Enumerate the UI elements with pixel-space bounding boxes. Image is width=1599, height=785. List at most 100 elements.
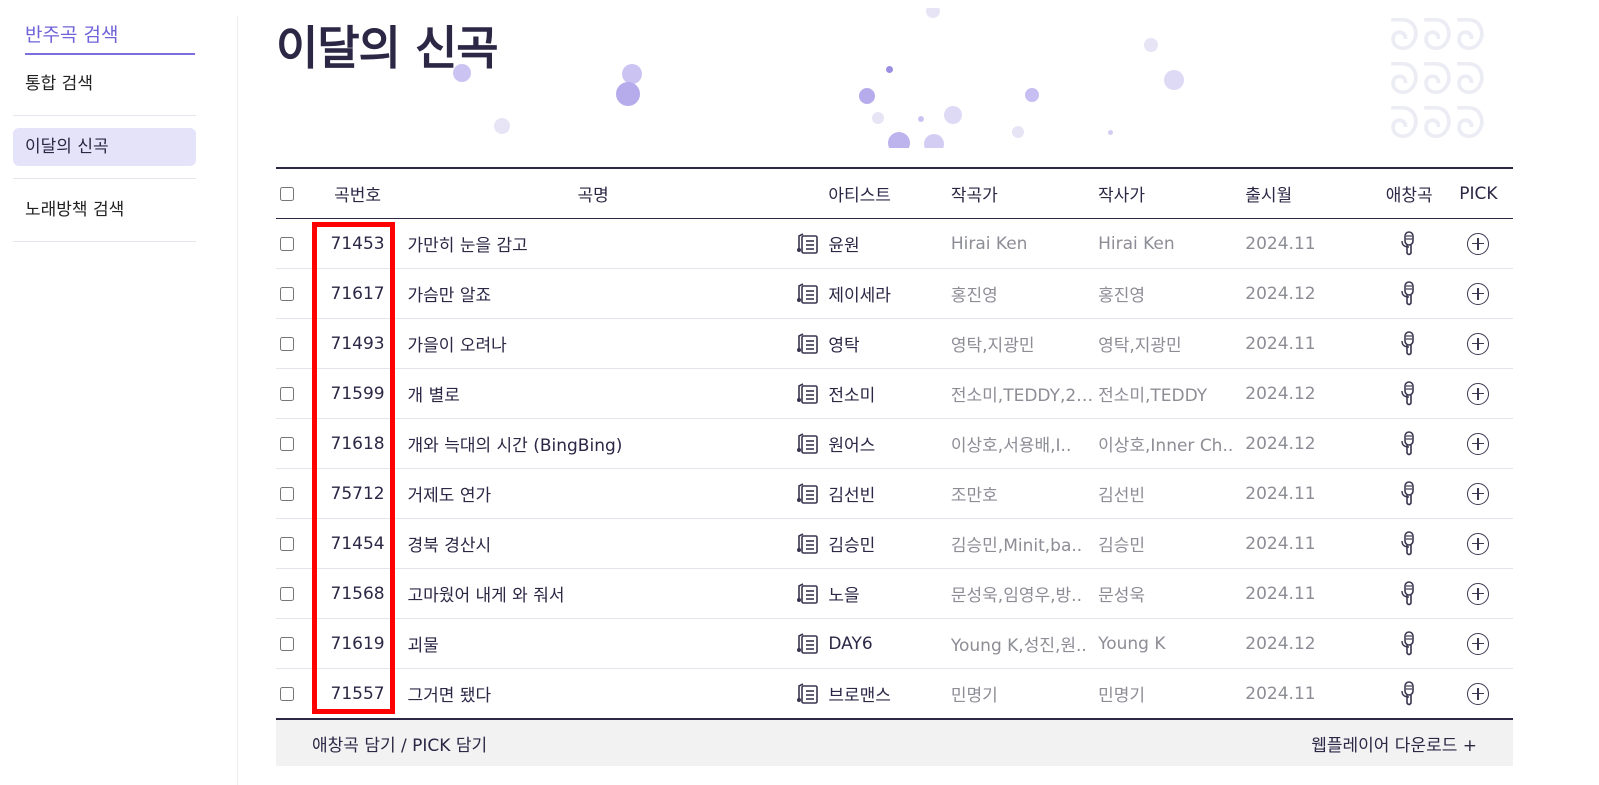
song-artist[interactable]: 김승민 xyxy=(828,531,951,556)
row-checkbox[interactable] xyxy=(280,586,294,601)
song-lyricist: 김선빈 xyxy=(1098,486,1145,506)
song-artist[interactable]: 노을 xyxy=(828,581,951,606)
microphone-icon[interactable] xyxy=(1375,630,1444,657)
song-number: 71454 xyxy=(330,533,385,554)
plus-circle-icon[interactable] xyxy=(1467,582,1490,605)
song-artist[interactable]: 원어스 xyxy=(828,431,951,456)
table-row: 71617 가슴만 알죠 제이세라 홍진영 홍진영 2024.12 xyxy=(276,269,1513,319)
sidebar-divider xyxy=(13,115,196,116)
header-pick: PICK xyxy=(1459,183,1498,204)
web-player-download-button[interactable]: 웹플레이어 다운로드 + xyxy=(1275,731,1513,756)
row-checkbox[interactable] xyxy=(280,436,294,451)
decorative-swirls: ᘐᘐᘐ ᘐᘐᘐ ᘐᘐᘐ xyxy=(1389,10,1488,149)
new-songs-table: 곡번호 곡명 아티스트 작곡가 작사가 출시월 애창곡 PICK 71453 가… xyxy=(276,167,1513,719)
song-release-date: 2024.11 xyxy=(1245,233,1316,254)
song-title[interactable]: 괴물 xyxy=(400,631,787,656)
microphone-icon[interactable] xyxy=(1375,280,1444,307)
plus-circle-icon[interactable] xyxy=(1467,532,1490,555)
table-body: 71453 가만히 눈을 감고 윤원 Hirai Ken Hirai Ken 2… xyxy=(276,219,1513,719)
song-title[interactable]: 개와 늑대의 시간 (BingBing) xyxy=(400,431,787,456)
lyrics-sheet-icon[interactable] xyxy=(787,482,828,505)
microphone-icon[interactable] xyxy=(1375,580,1444,607)
song-release-date: 2024.12 xyxy=(1245,633,1316,654)
plus-circle-icon[interactable] xyxy=(1467,632,1490,655)
lyrics-sheet-icon[interactable] xyxy=(787,232,828,255)
song-artist[interactable]: 김선빈 xyxy=(828,481,951,506)
song-number: 75712 xyxy=(330,483,385,504)
plus-circle-icon[interactable] xyxy=(1467,482,1490,505)
sidebar: 반주곡 검색 통합 검색 이달의 신곡 노래방책 검색 xyxy=(13,14,196,254)
sidebar-divider xyxy=(13,241,196,242)
song-artist[interactable]: 브로맨스 xyxy=(828,681,951,706)
song-number: 71617 xyxy=(330,283,385,304)
song-lyricist: 홍진영 xyxy=(1098,286,1145,306)
song-release-date: 2024.12 xyxy=(1245,433,1316,454)
row-checkbox[interactable] xyxy=(280,286,294,301)
song-composer: 민명기 xyxy=(950,686,998,706)
song-title[interactable]: 가슴만 알죠 xyxy=(400,281,787,306)
song-title[interactable]: 가만히 눈을 감고 xyxy=(400,231,787,256)
lyrics-sheet-icon[interactable] xyxy=(787,332,828,355)
plus-circle-icon[interactable] xyxy=(1467,232,1490,255)
sidebar-heading[interactable]: 반주곡 검색 xyxy=(25,14,195,55)
microphone-icon[interactable] xyxy=(1375,380,1444,407)
row-checkbox[interactable] xyxy=(280,336,294,351)
row-checkbox[interactable] xyxy=(280,636,294,651)
song-artist[interactable]: DAY6 xyxy=(828,634,951,654)
table-row: 71568 고마웠어 내게 와 줘서 노을 문성욱,임영우,방.. 문성욱 20… xyxy=(276,569,1513,619)
lyrics-sheet-icon[interactable] xyxy=(787,632,828,655)
microphone-icon[interactable] xyxy=(1375,230,1444,257)
plus-circle-icon[interactable] xyxy=(1467,282,1490,305)
sidebar-item-songbook-search[interactable]: 노래방책 검색 xyxy=(13,191,196,229)
sidebar-item-integrated-search[interactable]: 통합 검색 xyxy=(13,65,196,103)
song-composer: 영탁,지광민 xyxy=(950,336,1035,356)
sidebar-item-new-songs[interactable]: 이달의 신곡 xyxy=(13,128,196,166)
song-title[interactable]: 경북 경산시 xyxy=(400,531,787,556)
song-release-date: 2024.11 xyxy=(1245,483,1316,504)
song-artist[interactable]: 제이세라 xyxy=(828,281,951,306)
song-lyricist: 김승민 xyxy=(1098,536,1145,556)
lyrics-sheet-icon[interactable] xyxy=(787,382,828,405)
lyrics-sheet-icon[interactable] xyxy=(787,432,828,455)
song-composer: 이상호,서용배,I.. xyxy=(950,436,1072,456)
song-artist[interactable]: 윤원 xyxy=(828,231,951,256)
table-row: 71453 가만히 눈을 감고 윤원 Hirai Ken Hirai Ken 2… xyxy=(276,219,1513,269)
song-title[interactable]: 거제도 연가 xyxy=(400,481,787,506)
header-favorite: 애창곡 xyxy=(1385,186,1433,206)
song-artist[interactable]: 전소미 xyxy=(828,381,951,406)
row-checkbox[interactable] xyxy=(280,236,294,251)
microphone-icon[interactable] xyxy=(1375,430,1444,457)
add-favorite-pick-button[interactable]: 애창곡 담기 / PICK 담기 xyxy=(276,731,523,756)
song-release-date: 2024.12 xyxy=(1245,283,1316,304)
row-checkbox[interactable] xyxy=(280,536,294,551)
song-release-date: 2024.12 xyxy=(1245,383,1316,404)
microphone-icon[interactable] xyxy=(1375,680,1444,707)
song-artist[interactable]: 영탁 xyxy=(828,331,951,356)
sidebar-divider xyxy=(13,178,196,179)
table-row: 71557 그거면 됐다 브로맨스 민명기 민명기 2024.11 xyxy=(276,669,1513,719)
row-checkbox[interactable] xyxy=(280,686,294,701)
song-title[interactable]: 그거면 됐다 xyxy=(400,681,787,706)
plus-circle-icon[interactable] xyxy=(1467,682,1490,705)
lyrics-sheet-icon[interactable] xyxy=(787,282,828,305)
plus-circle-icon[interactable] xyxy=(1467,382,1490,405)
lyrics-sheet-icon[interactable] xyxy=(787,682,828,705)
song-lyricist: 이상호,Inner Ch.. xyxy=(1098,436,1234,456)
song-title[interactable]: 고마웠어 내게 와 줘서 xyxy=(400,581,787,606)
song-title[interactable]: 개 별로 xyxy=(400,381,787,406)
microphone-icon[interactable] xyxy=(1375,330,1444,357)
song-title[interactable]: 가을이 오려나 xyxy=(400,331,787,356)
select-all-checkbox[interactable] xyxy=(280,186,294,201)
song-lyricist: 민명기 xyxy=(1098,686,1145,706)
plus-circle-icon[interactable] xyxy=(1467,432,1490,455)
plus-circle-icon[interactable] xyxy=(1467,332,1490,355)
decorative-bubbles xyxy=(440,8,1520,148)
microphone-icon[interactable] xyxy=(1375,480,1444,507)
lyrics-sheet-icon[interactable] xyxy=(787,582,828,605)
row-checkbox[interactable] xyxy=(280,486,294,501)
header-lyricist: 작사가 xyxy=(1098,186,1145,206)
microphone-icon[interactable] xyxy=(1375,530,1444,557)
lyrics-sheet-icon[interactable] xyxy=(787,532,828,555)
table-footer: 애창곡 담기 / PICK 담기 웹플레이어 다운로드 + xyxy=(276,720,1513,766)
row-checkbox[interactable] xyxy=(280,386,294,401)
